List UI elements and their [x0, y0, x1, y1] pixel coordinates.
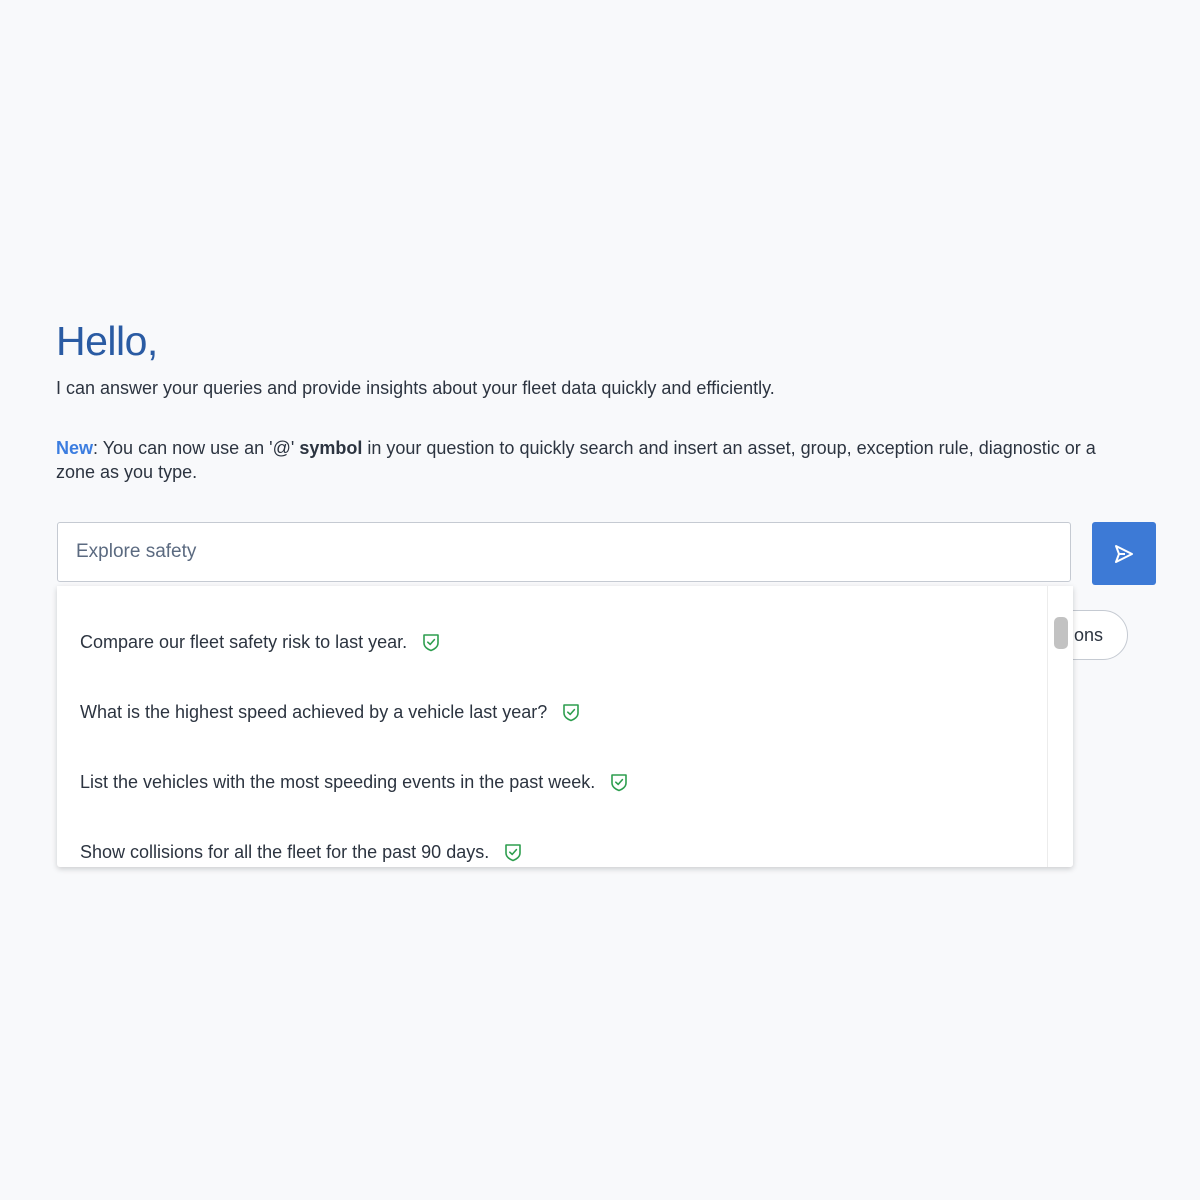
search-input[interactable]	[58, 523, 1070, 581]
shield-check-icon	[610, 772, 628, 792]
suggestion-text: What is the highest speed achieved by a …	[80, 701, 548, 722]
dropdown-scrollbar[interactable]	[1047, 586, 1073, 867]
suggestions-dropdown: Compare our fleet safety risk to last ye…	[57, 586, 1073, 867]
shield-check-icon	[504, 842, 522, 862]
suggestion-item[interactable]: Compare our fleet safety risk to last ye…	[80, 627, 440, 657]
greeting-title: Hello,	[56, 318, 158, 364]
intro-text: I can answer your queries and provide in…	[56, 378, 775, 398]
new-badge: New	[56, 438, 94, 458]
notice-text-before: : You can now use an '@'	[93, 438, 300, 458]
suggestion-item[interactable]: Show collisions for all the fleet for th…	[80, 837, 522, 867]
suggestion-text: Compare our fleet safety risk to last ye…	[80, 631, 408, 652]
new-feature-notice: New: You can now use an '@' symbol in yo…	[56, 436, 1116, 484]
shield-check-icon	[422, 632, 440, 652]
scrollbar-thumb[interactable]	[1054, 617, 1068, 649]
shield-check-icon	[562, 702, 580, 722]
suggestion-text: List the vehicles with the most speeding…	[80, 771, 596, 792]
send-button[interactable]	[1092, 522, 1156, 585]
send-arrow-icon	[1115, 544, 1133, 563]
suggestion-text: Show collisions for all the fleet for th…	[80, 841, 490, 862]
suggestion-item[interactable]: List the vehicles with the most speeding…	[80, 767, 628, 797]
notice-bold-word: symbol	[299, 438, 363, 458]
assistant-page: Hello, I can answer your queries and pro…	[0, 0, 1200, 1200]
search-box	[57, 522, 1071, 582]
suggestion-item[interactable]: What is the highest speed achieved by a …	[80, 697, 580, 727]
